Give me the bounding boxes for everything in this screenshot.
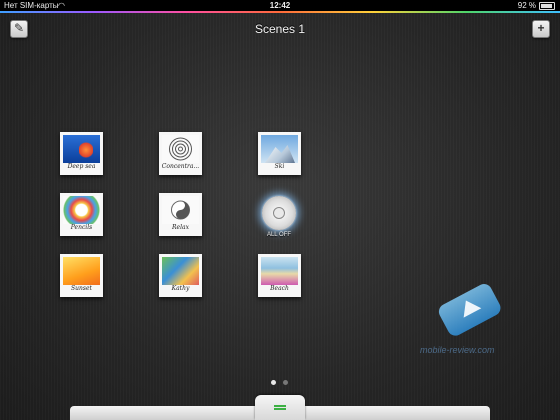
- scene-label: Ski: [274, 163, 285, 170]
- scene-thumbnail: [261, 257, 298, 285]
- scene-thumbnail: [162, 135, 199, 163]
- watermark-logo: [436, 280, 508, 343]
- scene-label: Relax: [172, 224, 189, 231]
- scene-tile-relax[interactable]: Relax: [159, 193, 202, 236]
- concentric-circles-icon: [169, 137, 192, 161]
- scene-label: Kathy: [171, 285, 190, 292]
- scene-label: Beach: [270, 285, 289, 292]
- scene-label: Deep sea: [67, 163, 96, 170]
- scene-label: Sunset: [71, 285, 92, 292]
- scene-tile-ski[interactable]: Ski: [258, 132, 301, 175]
- battery-icon: [539, 2, 555, 10]
- battery-percent: 92 %: [517, 1, 536, 10]
- scene-tile-deep-sea[interactable]: Deep sea: [60, 132, 103, 175]
- page-dot-active[interactable]: [271, 380, 276, 385]
- all-off-label: ALL OFF: [266, 232, 292, 238]
- scene-thumbnail: [63, 257, 100, 285]
- power-ring-icon: [273, 207, 285, 219]
- header: ✎ Scenes 1 +: [0, 13, 560, 47]
- scene-thumbnail: [63, 135, 100, 163]
- add-scene-button[interactable]: +: [532, 20, 550, 38]
- scene-tile-concentrate[interactable]: Concentra...: [159, 132, 202, 175]
- page-title: Scenes 1: [254, 22, 306, 36]
- yin-yang-icon: [171, 200, 190, 220]
- scene-tile-beach[interactable]: Beach: [258, 254, 301, 297]
- scene-thumbnail: [63, 196, 100, 224]
- scene-label: Concentra...: [161, 163, 200, 170]
- scene-tile-pencils[interactable]: Pencils: [60, 193, 103, 236]
- watermark-text: mobile-review.com: [420, 345, 495, 355]
- scene-tile-sunset[interactable]: Sunset: [60, 254, 103, 297]
- scene-thumbnail: [261, 135, 298, 163]
- all-off-button[interactable]: [262, 196, 296, 230]
- page-indicator[interactable]: [270, 380, 294, 386]
- drawer-handle[interactable]: [255, 395, 305, 420]
- clock: 12:42: [269, 1, 291, 10]
- status-bar: Нет SIM-карты ◠ 12:42 92 %: [0, 0, 560, 11]
- grip-icon: [274, 405, 286, 407]
- scene-label: Pencils: [70, 224, 93, 231]
- scene-thumbnail: [162, 196, 199, 224]
- scene-tile-kathy[interactable]: Kathy: [159, 254, 202, 297]
- scene-thumbnail: [162, 257, 199, 285]
- page-dot[interactable]: [283, 380, 288, 385]
